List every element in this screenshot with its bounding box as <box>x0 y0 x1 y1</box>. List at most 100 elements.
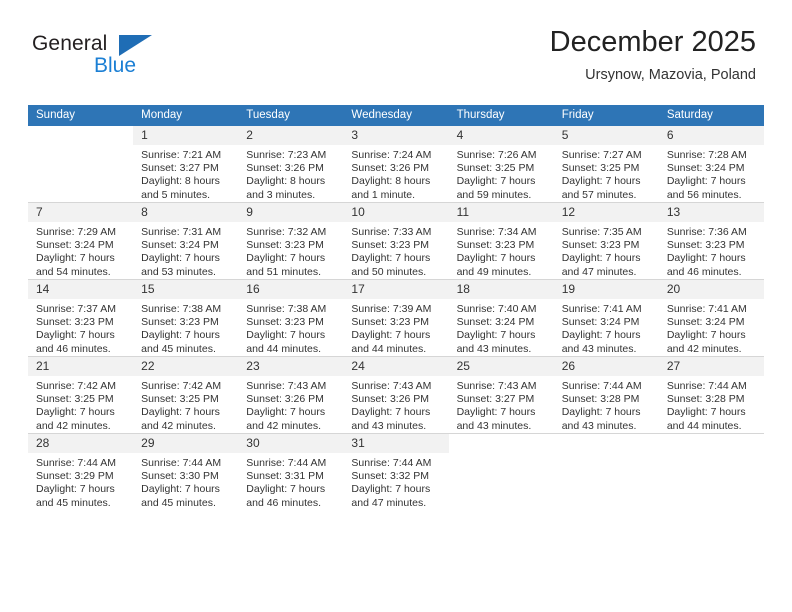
day-info-line: Sunset: 3:23 PM <box>561 239 640 252</box>
day-info-line: Sunrise: 7:21 AM <box>141 149 222 161</box>
day-info-line: and 47 minutes. <box>561 265 637 278</box>
day-info-line: Sunset: 3:25 PM <box>456 162 535 175</box>
day-info-line: Sunset: 3:31 PM <box>246 470 324 483</box>
day-info-line: and 51 minutes. <box>246 265 321 278</box>
day-sun-info: Sunrise: 7:35 AM Sunset: 3:23 PM Daylight:… <box>554 222 659 279</box>
day-number: 7 <box>28 203 134 222</box>
day-info-line: Sunset: 3:32 PM <box>351 470 430 483</box>
calendar-day-cell[interactable]: 2 Sunrise: 7:23 AM Sunset: 3:26 PM Daylight… <box>238 126 344 203</box>
day-info-line: Daylight: 7 hours <box>246 483 326 496</box>
day-info-line: Daylight: 7 hours <box>666 175 746 188</box>
day-info-line: and 44 minutes. <box>351 342 427 355</box>
calendar-day-cell[interactable]: 26 Sunrise: 7:44 AM Sunset: 3:28 PM Dayligh… <box>553 356 659 434</box>
calendar-day-cell[interactable]: 1 Sunrise: 7:21 AM Sunset: 3:27 PM Daylight… <box>133 126 239 203</box>
day-number: 24 <box>343 357 449 376</box>
day-sun-info: Sunrise: 7:41 AM Sunset: 3:24 PM Daylight:… <box>659 299 764 356</box>
calendar-day-cell[interactable]: 29 Sunrise: 7:44 AM Sunset: 3:30 PM Dayligh… <box>133 433 239 510</box>
day-info-line: and 46 minutes. <box>36 342 111 355</box>
calendar-day-cell[interactable]: 3 Sunrise: 7:24 AM Sunset: 3:26 PM Daylight… <box>343 126 449 203</box>
day-sun-info: Sunrise: 7:28 AM Sunset: 3:24 PM Daylight:… <box>659 145 764 202</box>
calendar-day-cell[interactable]: 11 Sunrise: 7:34 AM Sunset: 3:23 PM Dayligh… <box>448 202 554 280</box>
day-info-line: Sunset: 3:26 PM <box>351 162 430 175</box>
calendar-day-cell[interactable]: 16 Sunrise: 7:38 AM Sunset: 3:23 PM Dayligh… <box>238 279 344 357</box>
day-info-line: Sunset: 3:24 PM <box>36 239 114 252</box>
calendar-day-cell[interactable]: 18 Sunrise: 7:40 AM Sunset: 3:24 PM Dayligh… <box>448 279 554 357</box>
day-info-line: Sunset: 3:23 PM <box>456 239 535 252</box>
day-number: 4 <box>448 126 554 145</box>
calendar-day-cell[interactable]: 15 Sunrise: 7:38 AM Sunset: 3:23 PM Dayligh… <box>133 279 239 357</box>
calendar-day-cell[interactable]: 17 Sunrise: 7:39 AM Sunset: 3:23 PM Dayligh… <box>343 279 449 357</box>
day-sun-info: Sunrise: 7:44 AM Sunset: 3:32 PM Daylight:… <box>343 453 448 510</box>
calendar-day-cell[interactable]: 4 Sunrise: 7:26 AM Sunset: 3:25 PM Daylight… <box>448 126 554 203</box>
day-info-line: Daylight: 7 hours <box>141 483 220 496</box>
day-info-line: Sunset: 3:30 PM <box>141 470 219 483</box>
day-info-line: and 45 minutes. <box>141 496 216 509</box>
day-info-line: Sunset: 3:23 PM <box>246 239 324 252</box>
calendar-day-cell[interactable]: 6 Sunrise: 7:28 AM Sunset: 3:24 PM Daylight… <box>658 126 764 203</box>
calendar-page: General Blue December 2025 Ursynow, Mazo… <box>0 0 792 612</box>
day-sun-info: Sunrise: 7:43 AM Sunset: 3:27 PM Daylight:… <box>449 376 554 433</box>
day-info-line: Sunrise: 7:43 AM <box>456 380 537 392</box>
day-info-line: Daylight: 7 hours <box>246 329 326 342</box>
calendar-day-cell[interactable]: 9 Sunrise: 7:32 AM Sunset: 3:23 PM Daylight… <box>238 202 344 280</box>
day-number: 11 <box>448 203 554 222</box>
calendar-day-cell[interactable]: 21 Sunrise: 7:42 AM Sunset: 3:25 PM Dayligh… <box>28 356 134 434</box>
day-number: 12 <box>553 203 659 222</box>
calendar-day-cell[interactable]: 14 Sunrise: 7:37 AM Sunset: 3:23 PM Dayligh… <box>28 279 134 357</box>
calendar-day-cell[interactable]: 28 Sunrise: 7:44 AM Sunset: 3:29 PM Dayligh… <box>28 433 134 510</box>
calendar-day-cell[interactable]: 13 Sunrise: 7:36 AM Sunset: 3:23 PM Dayligh… <box>658 202 764 280</box>
day-number: 15 <box>133 280 239 299</box>
day-number: 26 <box>553 357 659 376</box>
day-sun-info: Sunrise: 7:37 AM Sunset: 3:23 PM Daylight:… <box>28 299 133 356</box>
day-sun-info: Sunrise: 7:38 AM Sunset: 3:23 PM Daylight:… <box>238 299 343 356</box>
day-info-line: Sunrise: 7:29 AM <box>36 226 116 238</box>
day-number: 29 <box>133 434 239 453</box>
day-number: 3 <box>343 126 449 145</box>
calendar-week-row: 28 Sunrise: 7:44 AM Sunset: 3:29 PM Dayligh… <box>28 433 764 510</box>
day-info-line: and 59 minutes. <box>456 188 532 201</box>
day-number <box>553 434 659 453</box>
calendar-day-cell[interactable]: 31 Sunrise: 7:44 AM Sunset: 3:32 PM Dayligh… <box>343 433 449 510</box>
day-info-line: Sunset: 3:28 PM <box>666 393 745 406</box>
calendar-day-cell[interactable]: 8 Sunrise: 7:31 AM Sunset: 3:24 PM Daylight… <box>133 202 239 280</box>
day-info-line: Sunset: 3:24 PM <box>561 316 640 329</box>
day-info-line: Sunset: 3:23 PM <box>141 316 219 329</box>
page-header: General Blue December 2025 Ursynow, Mazo… <box>0 0 792 100</box>
calendar-day-cell[interactable]: 24 Sunrise: 7:43 AM Sunset: 3:26 PM Dayligh… <box>343 356 449 434</box>
calendar-day-cell[interactable]: 5 Sunrise: 7:27 AM Sunset: 3:25 PM Daylight… <box>553 126 659 203</box>
day-info-line: Sunrise: 7:39 AM <box>351 303 432 315</box>
day-info-line: Sunrise: 7:24 AM <box>351 149 432 161</box>
day-sun-info: Sunrise: 7:43 AM Sunset: 3:26 PM Daylight:… <box>343 376 448 433</box>
day-info-line: and 42 minutes. <box>246 419 321 432</box>
day-info-line: Daylight: 8 hours <box>246 175 326 188</box>
day-info-line: Sunrise: 7:37 AM <box>36 303 116 315</box>
calendar-day-cell[interactable]: 12 Sunrise: 7:35 AM Sunset: 3:23 PM Dayligh… <box>553 202 659 280</box>
day-number: 21 <box>28 357 134 376</box>
calendar-day-cell[interactable]: 25 Sunrise: 7:43 AM Sunset: 3:27 PM Dayligh… <box>448 356 554 434</box>
calendar-day-cell[interactable]: 7 Sunrise: 7:29 AM Sunset: 3:24 PM Daylight… <box>28 202 134 280</box>
calendar-day-cell[interactable]: 20 Sunrise: 7:41 AM Sunset: 3:24 PM Dayligh… <box>658 279 764 357</box>
day-info-line: Daylight: 7 hours <box>456 329 536 342</box>
day-number <box>28 126 134 145</box>
weekday-header-sunday: Sunday <box>28 105 134 126</box>
calendar-day-cell[interactable]: 23 Sunrise: 7:43 AM Sunset: 3:26 PM Dayligh… <box>238 356 344 434</box>
day-info-line: Daylight: 7 hours <box>351 252 431 265</box>
day-number: 16 <box>238 280 344 299</box>
calendar-day-cell[interactable]: 19 Sunrise: 7:41 AM Sunset: 3:24 PM Dayligh… <box>553 279 659 357</box>
calendar-day-cell[interactable]: 22 Sunrise: 7:42 AM Sunset: 3:25 PM Dayligh… <box>133 356 239 434</box>
calendar-week-row: 21 Sunrise: 7:42 AM Sunset: 3:25 PM Dayligh… <box>28 356 764 434</box>
calendar-day-cell[interactable]: 10 Sunrise: 7:33 AM Sunset: 3:23 PM Dayligh… <box>343 202 449 280</box>
calendar-day-cell[interactable]: 27 Sunrise: 7:44 AM Sunset: 3:28 PM Dayligh… <box>658 356 764 434</box>
day-sun-info: Sunrise: 7:26 AM Sunset: 3:25 PM Daylight:… <box>449 145 554 202</box>
day-info-line: Sunrise: 7:44 AM <box>141 457 222 469</box>
day-info-line: Sunset: 3:26 PM <box>246 162 324 175</box>
day-info-line: Daylight: 7 hours <box>36 252 115 265</box>
calendar-day-cell[interactable]: 30 Sunrise: 7:44 AM Sunset: 3:31 PM Dayligh… <box>238 433 344 510</box>
day-info-line: Sunset: 3:23 PM <box>351 316 430 329</box>
day-number: 23 <box>238 357 344 376</box>
day-info-line: Sunset: 3:26 PM <box>246 393 324 406</box>
day-sun-info: Sunrise: 7:24 AM Sunset: 3:26 PM Daylight:… <box>343 145 448 202</box>
day-number <box>658 434 764 453</box>
day-number: 30 <box>238 434 344 453</box>
day-sun-info <box>554 453 659 457</box>
